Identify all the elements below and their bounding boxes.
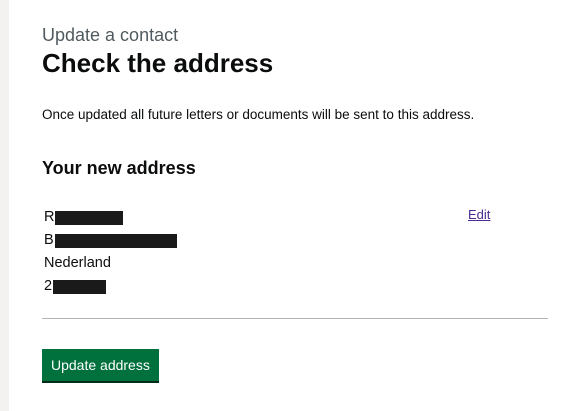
redaction-bar [55, 210, 124, 225]
address-line-2-text: B [44, 232, 54, 248]
address-line-1: R [44, 206, 177, 229]
address-line-4: 2 [44, 275, 177, 298]
address-line-2: B [44, 229, 177, 252]
address-line-4-text: 2 [44, 278, 53, 294]
address-heading: Your new address [42, 158, 196, 178]
redaction-bar [53, 279, 107, 294]
redaction-bar [54, 233, 177, 248]
page-caption: Update a contact [42, 25, 179, 45]
left-margin-strip [0, 0, 9, 411]
address-line-1-text: R [44, 209, 55, 225]
intro-text: Once updated all future letters or docum… [42, 107, 475, 122]
edit-address-link[interactable]: Edit [468, 206, 490, 224]
address-line-3-text: Nederland [44, 255, 111, 271]
address-block: R B Nederland 2 [44, 206, 177, 298]
update-address-button[interactable]: Update address [42, 349, 159, 381]
address-line-3: Nederland [44, 252, 177, 275]
section-divider [42, 318, 548, 319]
page-title: Check the address [42, 48, 274, 78]
